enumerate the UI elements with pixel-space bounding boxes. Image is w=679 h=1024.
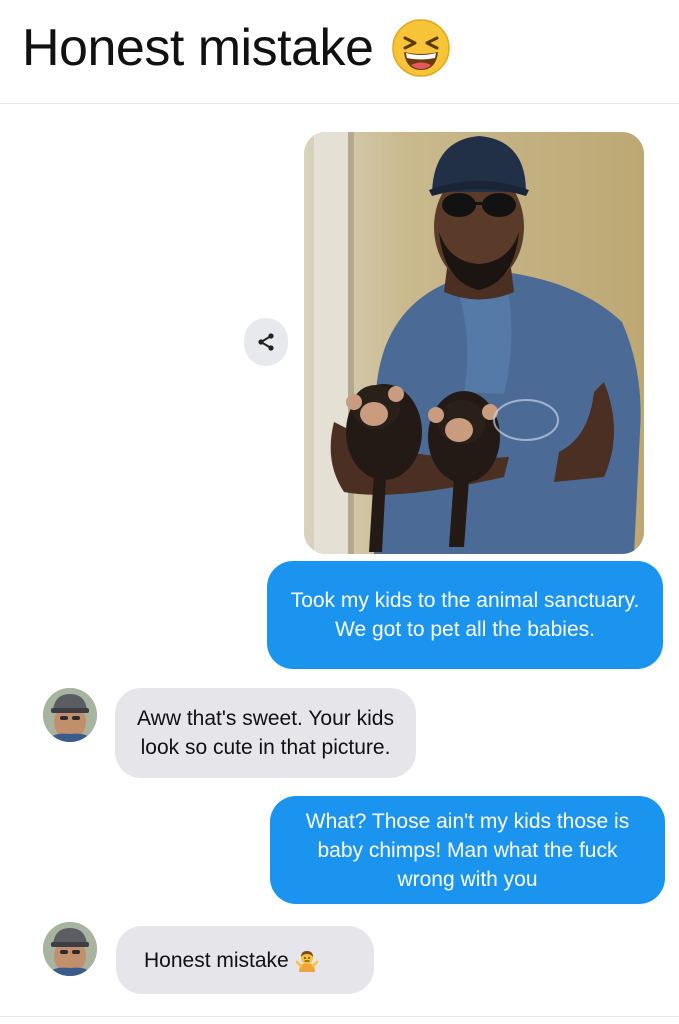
grinning-squinting-face-icon <box>392 19 451 77</box>
contact-avatar-image <box>43 922 97 976</box>
message-text: What? Those ain't my kids those is baby … <box>305 809 630 891</box>
message-bubble-outgoing[interactable]: Took my kids to the animal sanctuary. We… <box>267 561 663 669</box>
message-bubble-outgoing[interactable]: What? Those ain't my kids those is baby … <box>270 796 665 904</box>
share-icon <box>258 333 274 351</box>
contact-avatar-image <box>43 688 97 742</box>
man-holding-two-baby-chimps-photo <box>304 132 644 554</box>
message-text: Took my kids to the animal sanctuary. We… <box>290 589 640 641</box>
page-title: Honest mistake <box>22 18 451 78</box>
image-message[interactable] <box>304 132 644 554</box>
message-bubble-incoming[interactable]: Aww that's sweet. Your kids look so cute… <box>115 688 416 778</box>
avatar[interactable] <box>43 922 97 976</box>
message-text: Honest mistake <box>144 948 289 972</box>
message-text: Aww that's sweet. Your kids look so cute… <box>137 707 394 759</box>
avatar[interactable] <box>43 688 97 742</box>
message-bubble-incoming[interactable]: Honest mistake <box>116 926 374 994</box>
footer-divider <box>0 1016 679 1017</box>
person-shrugging-icon <box>295 951 318 972</box>
title-text: Honest mistake <box>22 19 374 77</box>
share-button[interactable] <box>244 318 288 366</box>
header-divider <box>0 103 679 104</box>
